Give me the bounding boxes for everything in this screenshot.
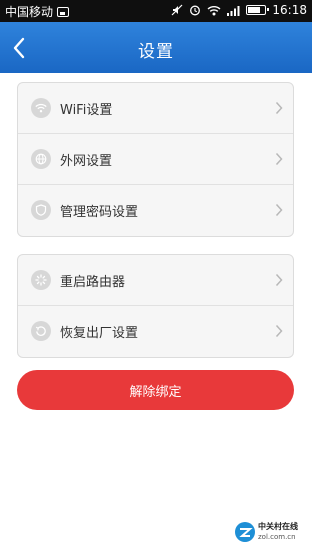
settings-item-label: 重启路由器 bbox=[60, 275, 126, 290]
reset-icon bbox=[31, 321, 51, 341]
carrier-name: 中国移动 bbox=[5, 5, 54, 19]
restart-icon bbox=[31, 270, 51, 290]
settings-item-factory-reset[interactable]: 恢复出厂设置 bbox=[18, 306, 293, 357]
settings-group-network: WiFi设置 外网设置 管理密码设置 bbox=[17, 82, 294, 237]
settings-item-restart-router[interactable]: 重启路由器 bbox=[18, 255, 293, 306]
chevron-right-icon bbox=[275, 324, 283, 338]
wifi-signal-icon bbox=[207, 5, 221, 15]
settings-item-label: WiFi设置 bbox=[60, 103, 113, 118]
watermark: 中关村在线 zol.com.cn bbox=[234, 517, 304, 549]
settings-item-label: 外网设置 bbox=[60, 154, 113, 169]
globe-icon bbox=[31, 149, 51, 169]
page-title: 设置 bbox=[138, 42, 174, 62]
status-time: 16:18 bbox=[272, 3, 307, 17]
settings-item-wan[interactable]: 外网设置 bbox=[18, 134, 293, 185]
battery-icon bbox=[246, 5, 270, 15]
settings-item-label: 恢复出厂设置 bbox=[60, 326, 139, 341]
chevron-right-icon bbox=[275, 101, 283, 115]
settings-item-label: 管理密码设置 bbox=[60, 205, 139, 220]
unbind-button[interactable]: 解除绑定 bbox=[17, 370, 294, 410]
watermark-text: 中关村在线 bbox=[258, 522, 298, 531]
title-bar: 设置 bbox=[0, 22, 312, 73]
chevron-right-icon bbox=[275, 203, 283, 217]
mute-icon bbox=[171, 4, 183, 16]
zol-logo-icon bbox=[235, 522, 255, 542]
settings-item-wifi[interactable]: WiFi设置 bbox=[18, 83, 293, 134]
status-bar: 中国移动 16:18 bbox=[0, 0, 312, 22]
shield-icon bbox=[31, 200, 51, 220]
wifi-icon bbox=[31, 98, 51, 118]
settings-group-system: 重启路由器 恢复出厂设置 bbox=[17, 254, 294, 358]
alarm-icon bbox=[190, 5, 201, 16]
watermark-url: zol.com.cn bbox=[258, 533, 296, 541]
chevron-right-icon bbox=[275, 152, 283, 166]
settings-item-admin-password[interactable]: 管理密码设置 bbox=[18, 185, 293, 236]
image-notification-icon bbox=[57, 6, 70, 17]
cell-signal-icon bbox=[227, 5, 240, 16]
chevron-right-icon bbox=[275, 273, 283, 287]
